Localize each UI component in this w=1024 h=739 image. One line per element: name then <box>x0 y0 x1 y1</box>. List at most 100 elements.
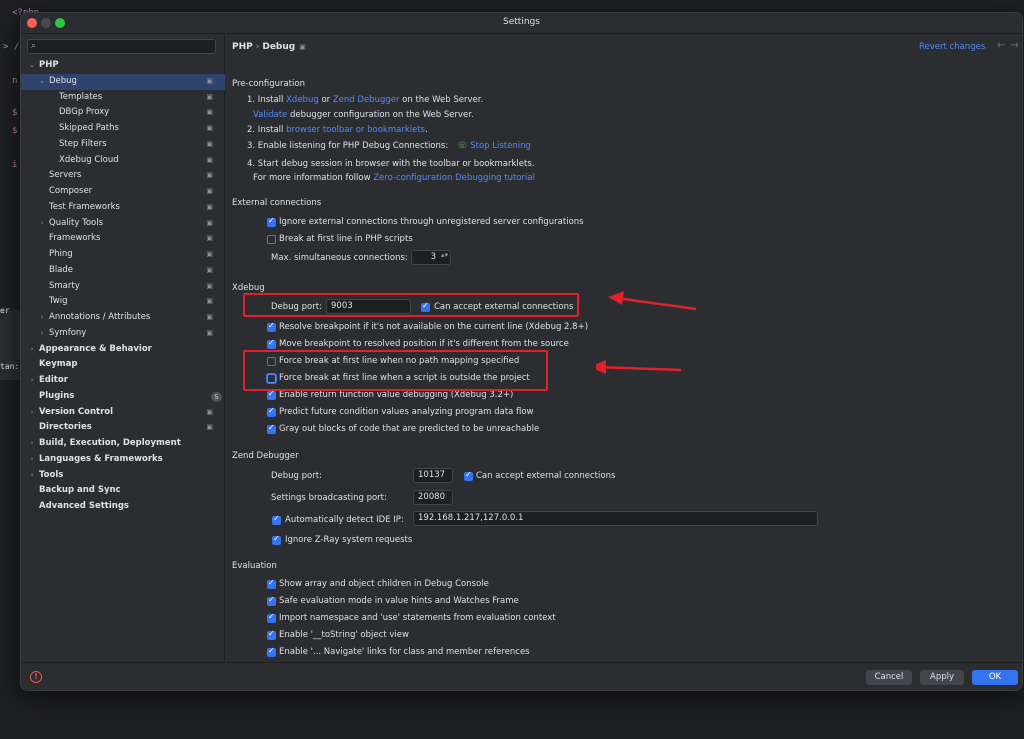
zend-port-label: Debug port: <box>271 471 322 481</box>
chevron-right-icon[interactable]: › <box>38 310 46 326</box>
sidebar-item-label: Tools <box>39 469 64 480</box>
plugins-update-badge: 5 <box>211 391 222 402</box>
section-xdebug: Xdebug <box>232 283 265 293</box>
project-scope-icon: ▣ <box>206 155 213 164</box>
chevron-right-icon[interactable]: › <box>28 468 36 484</box>
sidebar-item[interactable]: ⌄ PHP <box>21 58 225 74</box>
sidebar-item[interactable]: Templates ▣ <box>21 90 225 106</box>
cancel-button[interactable]: Cancel <box>866 670 912 685</box>
chevron-right-icon: › <box>255 42 260 52</box>
project-scope-icon: ▣ <box>206 265 213 274</box>
chevron-down-icon[interactable]: ⌄ <box>28 58 36 74</box>
auto-detect-ip-checkbox[interactable] <box>272 514 281 525</box>
sidebar-item[interactable]: Plugins 5 <box>21 389 225 405</box>
zero-config-tutorial-link[interactable]: Zero-configuration Debugging tutorial <box>373 173 535 183</box>
validate-link[interactable]: Validate <box>253 110 287 120</box>
help-icon[interactable]: ! <box>30 671 42 683</box>
settings-search-input[interactable]: ⌕ <box>27 39 216 54</box>
gray-out-unreachable-label: Gray out blocks of code that are predict… <box>279 424 540 434</box>
sidebar-item[interactable]: DBGp Proxy ▣ <box>21 105 225 121</box>
sidebar-item-label: Version Control <box>39 406 114 417</box>
sidebar-item-label: Templates <box>59 91 103 102</box>
sidebar-item[interactable]: Xdebug Cloud ▣ <box>21 153 225 169</box>
spinner-arrows-icon[interactable]: ▴▾ <box>441 252 449 259</box>
zend-debugger-link[interactable]: Zend Debugger <box>333 95 400 105</box>
broadcast-port-input[interactable]: 20080 <box>413 490 453 505</box>
sidebar-item[interactable]: ⌄ Debug ▣ <box>21 73 225 90</box>
stop-listening-link[interactable]: Stop Listening <box>470 141 531 151</box>
return-value-debugging-checkbox[interactable] <box>267 389 276 400</box>
sidebar-item[interactable]: › Annotations / Attributes ▣ <box>21 310 225 326</box>
ignore-zray-checkbox[interactable] <box>272 534 281 545</box>
zend-accept-external-checkbox[interactable] <box>464 470 473 481</box>
sidebar-item[interactable]: Phing ▣ <box>21 247 225 263</box>
chevron-right-icon[interactable]: › <box>38 326 46 342</box>
sidebar-item[interactable]: Frameworks ▣ <box>21 231 225 247</box>
chevron-right-icon[interactable]: › <box>28 342 36 358</box>
sidebar-item[interactable]: › Editor <box>21 373 225 389</box>
breadcrumb-php[interactable]: PHP <box>232 42 253 52</box>
sidebar-item[interactable]: › Symfony ▣ <box>21 326 225 342</box>
sidebar-item[interactable]: Step Filters ▣ <box>21 137 225 153</box>
chevron-right-icon[interactable]: › <box>28 436 36 452</box>
ignore-external-label: Ignore external connections through unre… <box>279 217 584 227</box>
apply-button[interactable]: Apply <box>920 670 964 685</box>
ok-button[interactable]: OK <box>972 670 1018 685</box>
project-scope-icon: ▣ <box>206 281 213 290</box>
max-connections-label: Max. simultaneous connections: <box>271 253 408 263</box>
tostring-view-checkbox[interactable] <box>267 629 276 640</box>
back-forward-arrows-icon[interactable]: ←→ <box>997 40 1022 51</box>
chevron-right-icon[interactable]: › <box>28 373 36 389</box>
chevron-right-icon[interactable]: › <box>28 405 36 421</box>
sidebar-item[interactable]: Smarty ▣ <box>21 279 225 295</box>
sidebar-item-label: Editor <box>39 375 68 385</box>
sidebar-item-label: Appearance & Behavior <box>39 343 152 354</box>
sidebar-item-label: PHP <box>39 60 59 70</box>
sidebar-item[interactable]: › Tools <box>21 468 225 484</box>
chevron-down-icon[interactable]: ⌄ <box>38 74 46 90</box>
zend-accept-external-label: Can accept external connections <box>476 471 616 481</box>
sidebar-item[interactable]: Keymap <box>21 357 225 373</box>
xdebug-link[interactable]: Xdebug <box>286 95 319 105</box>
sidebar-item[interactable]: Blade ▣ <box>21 263 225 279</box>
sidebar-item[interactable]: Directories ▣ <box>21 420 225 436</box>
sidebar-item-label: Symfony <box>49 327 87 338</box>
sidebar-item[interactable]: Test Frameworks ▣ <box>21 200 225 216</box>
resolve-breakpoint-checkbox[interactable] <box>267 321 276 332</box>
step2-end: . <box>425 125 428 135</box>
sidebar-item[interactable]: Backup and Sync <box>21 483 225 499</box>
resolve-breakpoint-label: Resolve breakpoint if it's not available… <box>279 322 589 332</box>
ignore-external-connections-checkbox[interactable] <box>267 216 276 227</box>
preconfig-step4: 4. Start debug session in browser with t… <box>247 159 535 169</box>
sidebar-item[interactable]: › Appearance & Behavior <box>21 342 225 358</box>
safe-evaluation-checkbox[interactable] <box>267 595 276 606</box>
sidebar-item[interactable]: › Quality Tools ▣ <box>21 216 225 232</box>
sidebar-item[interactable]: Twig ▣ <box>21 294 225 310</box>
gray-out-unreachable-checkbox[interactable] <box>267 423 276 434</box>
import-namespace-checkbox[interactable] <box>267 612 276 623</box>
navigate-links-checkbox[interactable] <box>267 646 276 657</box>
sidebar-item[interactable]: › Build, Execution, Deployment <box>21 436 225 452</box>
break-first-line-checkbox[interactable] <box>267 235 276 244</box>
project-scope-icon: ▣ <box>206 171 213 180</box>
sidebar-item[interactable]: › Languages & Frameworks <box>21 452 225 468</box>
sidebar-item-label: Smarty <box>49 280 80 291</box>
sidebar-item[interactable]: Skipped Paths ▣ <box>21 121 225 137</box>
settings-dialog: Settings ⌕ ⌄ PHP ⌄ Debug ▣ Templates ▣ DBGp Pro… <box>20 12 1023 691</box>
sidebar-item[interactable]: › Version Control ▣ <box>21 405 225 421</box>
sidebar-item[interactable]: Servers ▣ <box>21 168 225 184</box>
sidebar-item-label: Servers <box>49 170 82 181</box>
project-scope-icon: ▣ <box>206 328 213 337</box>
browser-toolbar-link[interactable]: browser toolbar or bookmarklets <box>286 125 425 135</box>
zend-port-input[interactable]: 10137 <box>413 468 453 483</box>
revert-changes-link[interactable]: Revert changes <box>919 42 985 52</box>
chevron-right-icon[interactable]: › <box>38 216 46 232</box>
project-scope-icon: ▣ <box>206 92 213 101</box>
predict-condition-checkbox[interactable] <box>267 406 276 417</box>
chevron-right-icon[interactable]: › <box>28 452 36 468</box>
show-array-children-checkbox[interactable] <box>267 578 276 589</box>
ide-ip-input[interactable]: 192.168.1.217,127.0.0.1 <box>413 511 818 526</box>
sidebar-item[interactable]: Advanced Settings <box>21 499 225 515</box>
move-breakpoint-checkbox[interactable] <box>267 338 276 349</box>
sidebar-item[interactable]: Composer ▣ <box>21 184 225 200</box>
